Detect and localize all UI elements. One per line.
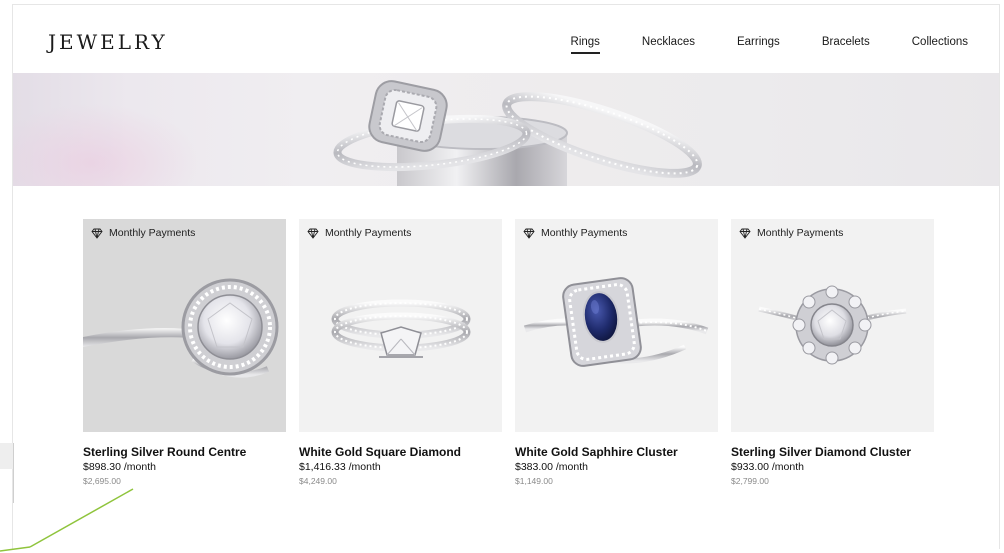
annotation-line xyxy=(0,488,134,552)
page: JEWELRY Rings Necklaces Earrings Bracele… xyxy=(0,0,1004,553)
